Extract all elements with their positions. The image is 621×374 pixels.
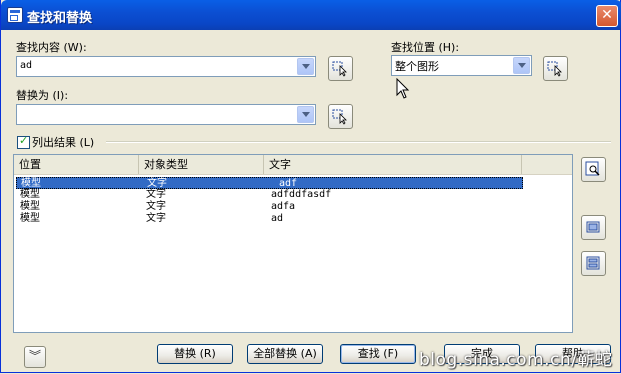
cell-location: 模型 (20, 201, 40, 212)
location-combobox[interactable]: 整个图形 (391, 55, 532, 76)
pick-objects-icon (547, 61, 562, 77)
find-input[interactable]: ad (20, 60, 32, 71)
table-row[interactable]: 模型 文字 adf (16, 177, 523, 189)
title-bar[interactable]: 查找和替换 ✕ (1, 0, 621, 30)
find-replace-dialog: 查找和替换 ✕ 查找内容 (W): ad 替换为 (I): 查找位置 (H): … (0, 0, 621, 373)
column-header-text[interactable]: 文字 (264, 155, 522, 174)
select-objects-button[interactable] (328, 56, 353, 81)
expand-options-button[interactable]: ︾ (24, 346, 46, 368)
cell-type: 文字 (146, 213, 166, 224)
close-icon: ✕ (601, 7, 613, 23)
selection-set-icon (586, 221, 600, 233)
chevron-down-icon[interactable] (297, 58, 314, 75)
results-list[interactable]: 位置 对象类型 文字 模型 文字 adf 模型 文字 adfddfasdf 模型… (13, 154, 573, 333)
list-results-checkbox[interactable] (17, 134, 30, 149)
table-row[interactable]: 模型 文字 adfddfasdf (16, 189, 523, 201)
group-divider (106, 141, 611, 143)
cell-text: adfddfasdf (271, 189, 332, 200)
close-button[interactable]: ✕ (596, 5, 618, 27)
table-row[interactable]: 模型 文字 adfa (16, 201, 523, 213)
chevron-down-icon[interactable] (297, 106, 314, 123)
cell-location: 模型 (20, 189, 40, 200)
replace-label: 替换为 (I): (16, 89, 69, 102)
replace-all-button[interactable]: 全部替换 (A) (247, 344, 323, 364)
pick-objects-icon (332, 61, 347, 77)
zoom-icon (585, 161, 600, 176)
cell-location: 模型 (20, 213, 40, 224)
column-header-type[interactable]: 对象类型 (139, 155, 264, 174)
cell-type: 文字 (146, 201, 166, 212)
pick-objects-icon (332, 109, 347, 125)
find-combobox[interactable]: ad (16, 56, 316, 77)
app-icon (7, 7, 23, 23)
select-objects-button-2[interactable] (328, 104, 353, 129)
select-area-button[interactable] (543, 56, 568, 81)
replace-button[interactable]: 替换 (R) (157, 344, 233, 364)
replace-combobox[interactable] (16, 104, 316, 125)
find-label: 查找内容 (W): (16, 41, 87, 54)
dialog-title: 查找和替换 (27, 11, 93, 26)
zoom-to-button[interactable] (581, 157, 606, 182)
location-value: 整个图形 (395, 60, 439, 73)
table-row[interactable]: 模型 文字 ad (16, 213, 523, 225)
find-button[interactable]: 查找 (F) (340, 344, 416, 364)
cell-text: adfa (271, 201, 296, 212)
results-header: 位置 对象类型 文字 (14, 155, 572, 175)
cell-type: 文字 (146, 189, 166, 200)
chevron-double-down-icon: ︾ (28, 349, 41, 363)
list-results-label: 列出结果 (L) (32, 136, 95, 149)
location-label: 查找位置 (H): (391, 41, 460, 54)
column-header-location[interactable]: 位置 (14, 155, 139, 174)
watermark: blog.sina.com.cn/蕲蛇 (419, 350, 613, 370)
create-selection-button[interactable] (581, 215, 606, 240)
chevron-down-icon[interactable] (513, 57, 530, 74)
mouse-cursor-icon (396, 78, 410, 99)
cell-text: ad (271, 213, 284, 224)
select-all-button[interactable] (581, 251, 606, 276)
select-all-icon (586, 256, 600, 270)
